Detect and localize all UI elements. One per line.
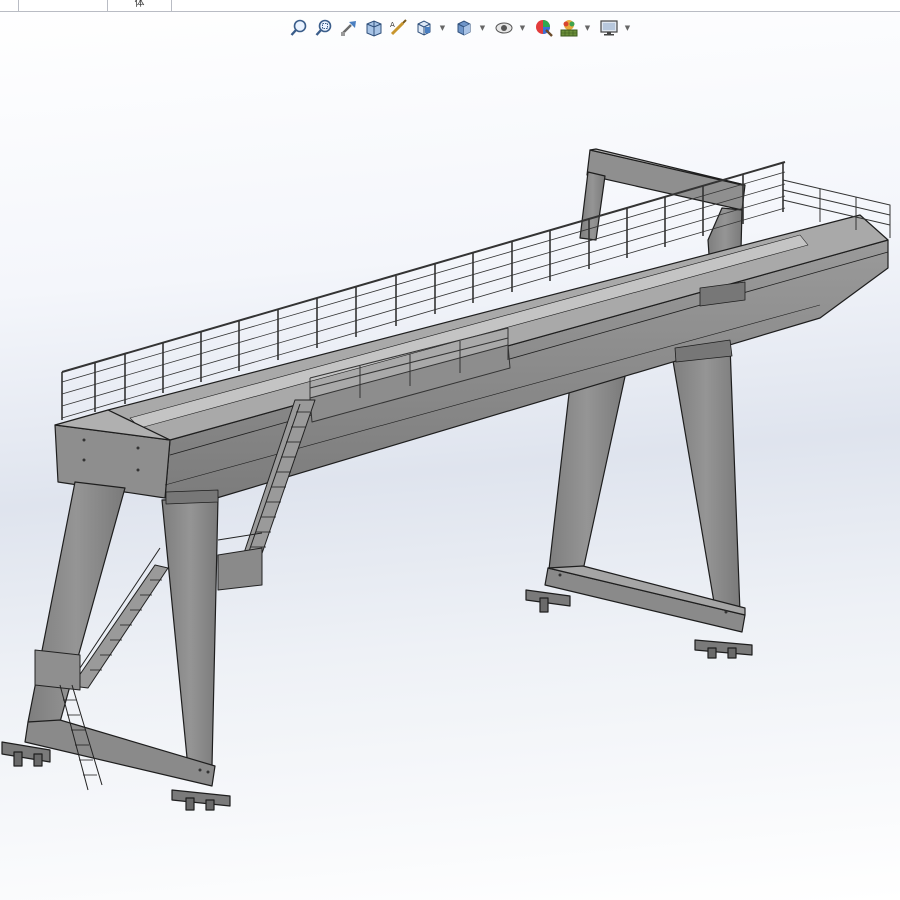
gantry-crane-model[interactable]	[1, 148, 891, 811]
rear-leg-frame[interactable]	[525, 148, 753, 659]
rear-wheel-block-right[interactable]	[694, 639, 753, 656]
front-leg-right[interactable]	[161, 497, 219, 769]
front-wheel-block-right[interactable]	[171, 789, 231, 807]
rear-inner-post[interactable]	[579, 171, 606, 241]
rear-leg-left[interactable]	[547, 371, 627, 579]
rear-leg-right[interactable]	[671, 344, 741, 615]
graphics-area[interactable]	[0, 0, 900, 900]
